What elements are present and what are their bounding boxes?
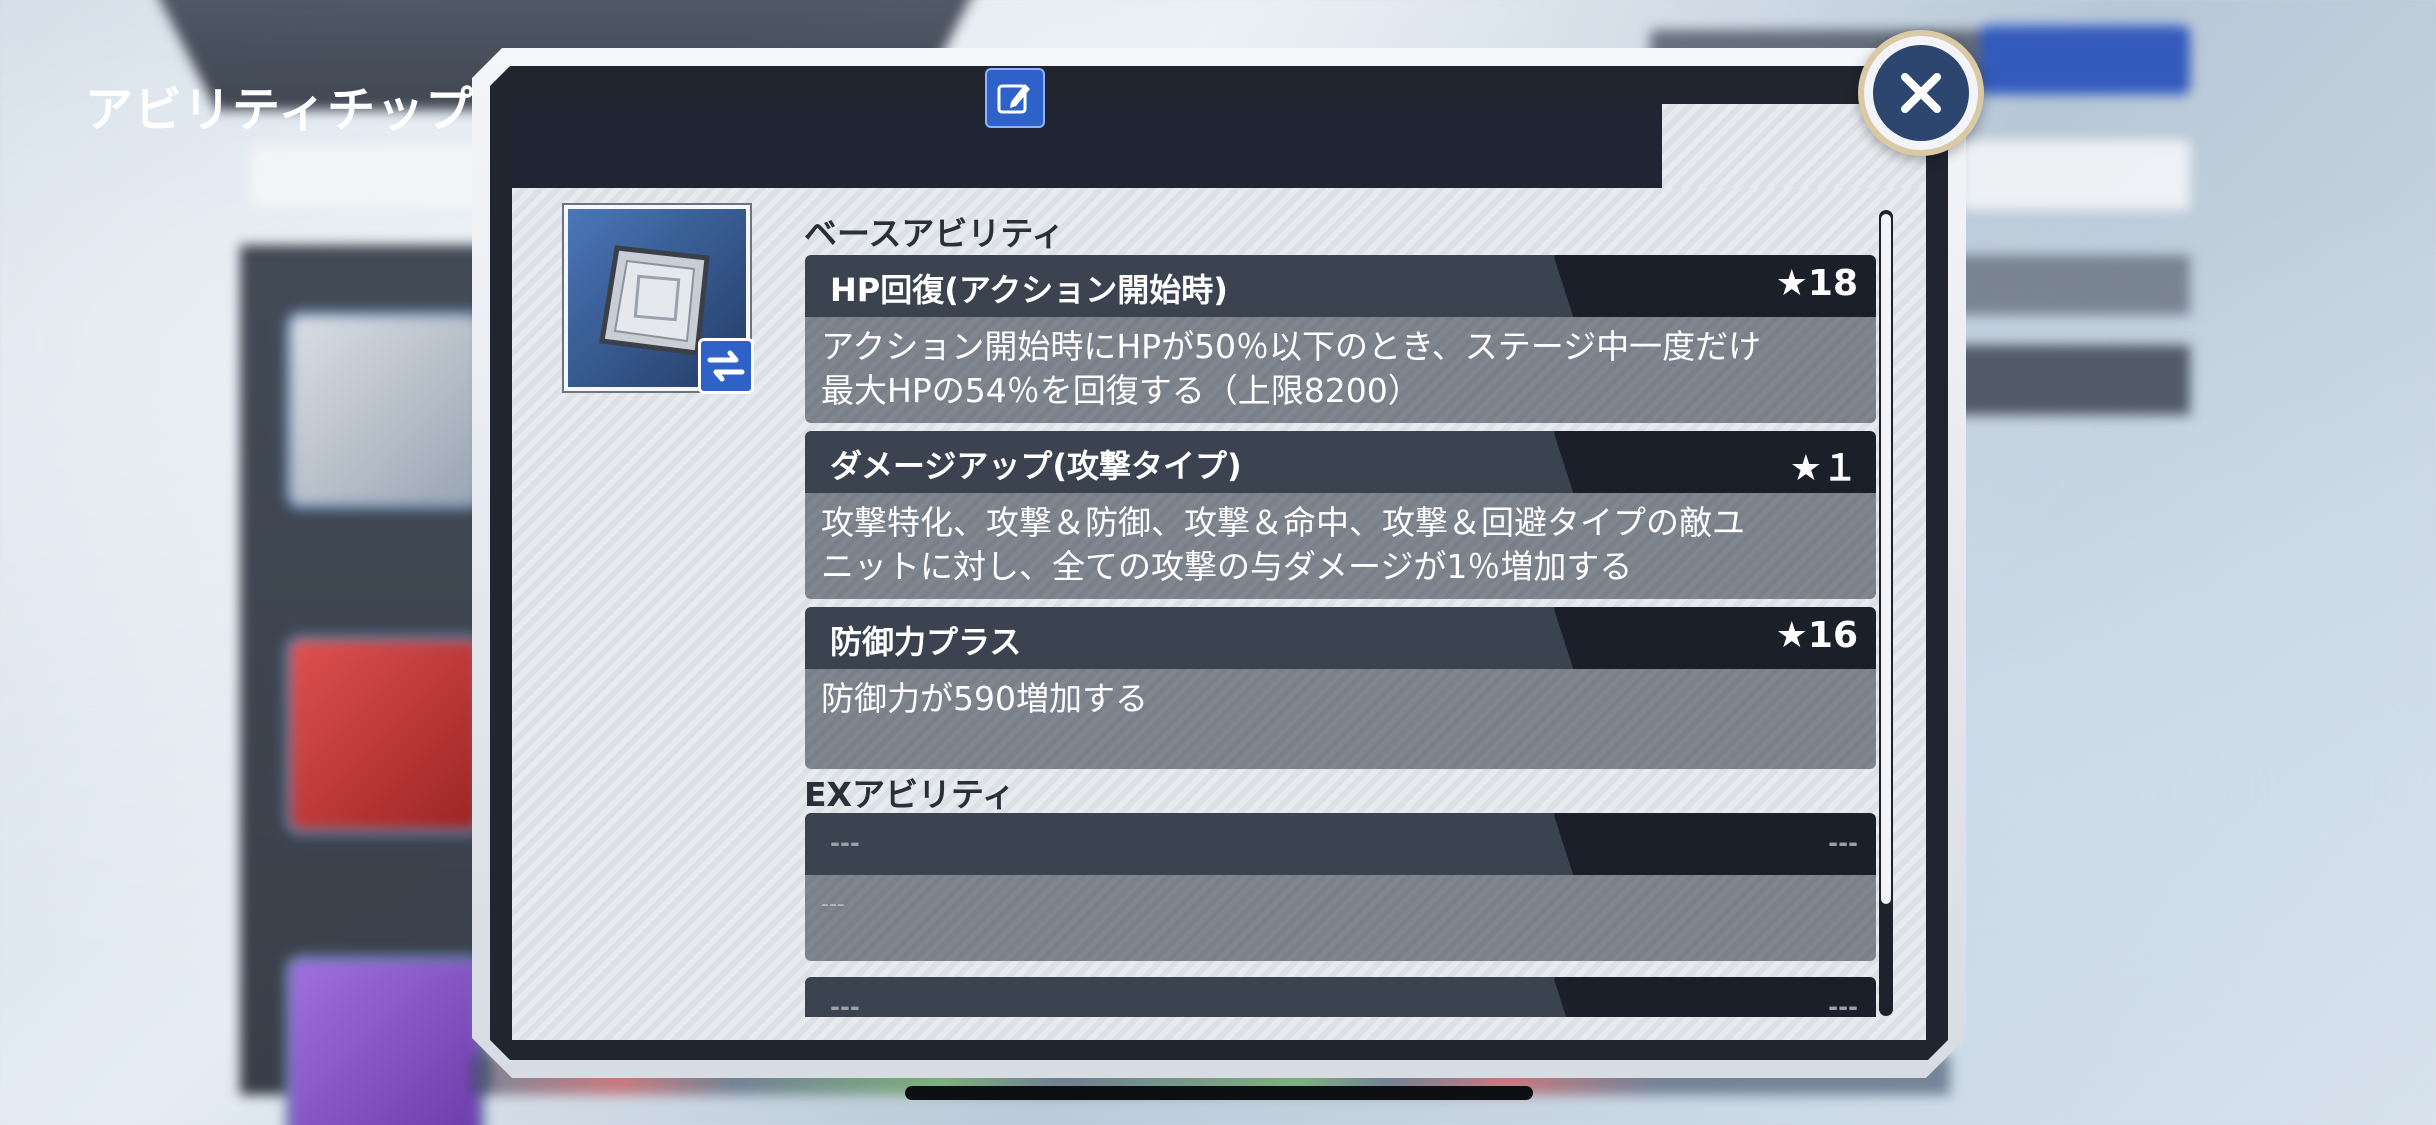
ability-description-line: --- [821,892,845,917]
ability-header: ダメージアップ(攻撃タイプ) ★１ [805,431,1876,493]
base-ability-1: HP回復(アクション開始時) ★18 アクション開始時にHPが50％以下のとき、… [805,255,1876,423]
home-indicator[interactable] [905,1086,1533,1100]
ex-ability-heading: EXアビリティ [804,775,1016,814]
ability-name: HP回復(アクション開始時) [830,271,1228,309]
background-chip-red [285,635,485,835]
ability-description-line: アクション開始時にHPが50％以下のとき、ステージ中一度だけ [821,327,1762,366]
ex-ability-1: --- --- --- [805,813,1876,961]
edit-icon [997,84,1030,114]
swap-arrows-icon [707,350,745,382]
ability-name: --- [830,829,860,857]
ability-header: --- --- [805,813,1876,875]
scrollbar-thumb[interactable] [1881,214,1891,904]
ability-rank: --- [1828,993,1858,1017]
ability-name: ダメージアップ(攻撃タイプ) [830,447,1242,485]
background-right-box [1930,255,2190,315]
ability-description-line: ニットに対し、全ての攻撃の与ダメージが1％増加する [821,547,1633,586]
close-button[interactable] [1858,30,1984,156]
swap-chip-button[interactable] [698,338,754,394]
ability-description: 攻撃特化、攻撃＆防御、攻撃＆命中、攻撃＆回避タイプの敵ユ ニットに対し、全ての攻… [805,493,1876,599]
ability-rank: --- [1828,829,1858,857]
background-right-button [1960,140,2190,210]
dialog-header [512,104,1662,190]
ability-description: --- [805,875,1876,961]
ability-header: HP回復(アクション開始時) ★18 [805,255,1876,317]
dialog-title: アビリティチップ [85,82,475,138]
background-chip-white [285,310,485,510]
ability-description: アクション開始時にHPが50％以下のとき、ステージ中一度だけ 最大HPの54％を… [805,317,1876,423]
ability-description-line: 最大HPの54％を回復する（上限8200） [821,371,1421,410]
base-ability-2: ダメージアップ(攻撃タイプ) ★１ 攻撃特化、攻撃＆防御、攻撃＆命中、攻撃＆回避… [805,431,1876,599]
ability-header: 防御力プラス ★16 [805,607,1876,669]
ability-header: --- --- [805,977,1876,1017]
background-chip-purple [285,955,485,1125]
ability-rank: ★16 [1775,615,1858,656]
ability-name: --- [830,993,860,1017]
background-right-blue-button [1980,25,2190,95]
ex-ability-2: --- --- [805,977,1876,1017]
background-right-dropdown [1930,345,2190,415]
ability-rank: ★18 [1775,263,1858,304]
close-icon [1873,45,1969,141]
edit-button[interactable] [985,68,1045,128]
ability-description: 防御力が590増加する [805,669,1876,769]
ability-description-line: 防御力が590増加する [821,679,1148,718]
base-ability-3: 防御力プラス ★16 防御力が590増加する [805,607,1876,769]
ability-description-line: 攻撃特化、攻撃＆防御、攻撃＆命中、攻撃＆回避タイプの敵ユ [821,503,1745,542]
ability-name: 防御力プラス [830,623,1022,661]
base-ability-heading: ベースアビリティ [804,214,1065,253]
ability-rank: ★１ [1789,448,1858,489]
